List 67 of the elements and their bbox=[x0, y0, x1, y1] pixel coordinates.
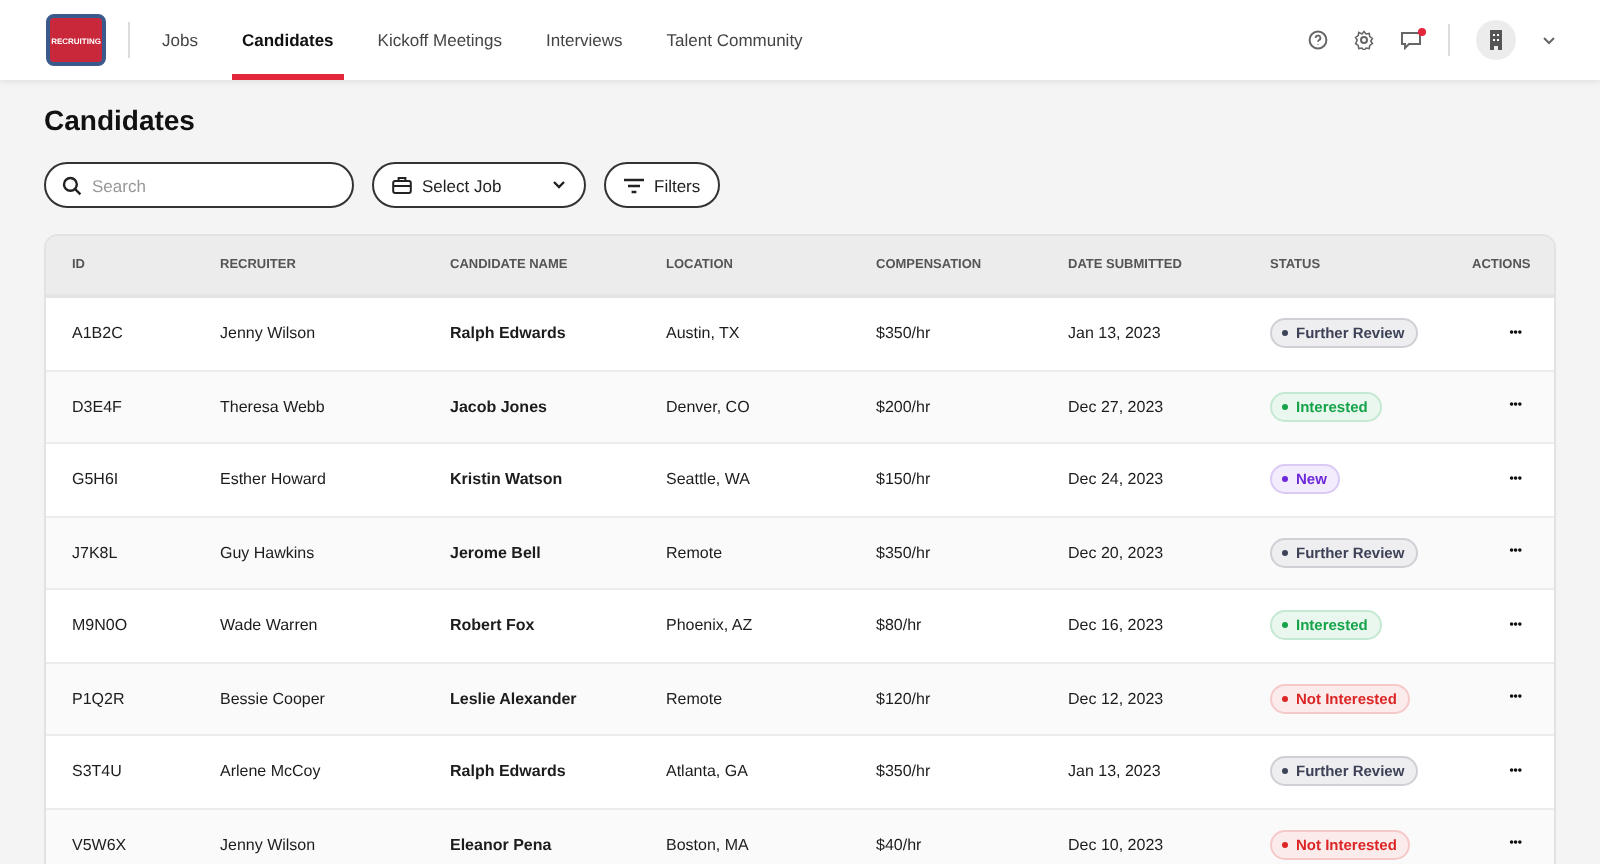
candidate-name[interactable]: Ralph Edwards bbox=[450, 762, 666, 781]
page-title: Candidates bbox=[44, 104, 197, 136]
table-cell-text: Remote bbox=[666, 543, 725, 562]
table-cell-text: Boston, MA bbox=[666, 835, 751, 854]
table-cell-text: $40/hr bbox=[876, 835, 924, 854]
table-cell-text: Guy Hawkins bbox=[220, 543, 317, 562]
table-cell-text: Atlanta, GA bbox=[666, 762, 750, 781]
table-cell-text: Bessie Cooper bbox=[220, 689, 327, 708]
search-field[interactable]: Search bbox=[44, 162, 354, 208]
table-cell-text: V5W6X bbox=[72, 835, 129, 854]
table-cell-text: $200/hr bbox=[876, 397, 933, 416]
select-job-dropdown[interactable]: Select Job bbox=[372, 162, 586, 208]
table-cell-text: $80/hr bbox=[876, 616, 924, 635]
settings-icon[interactable] bbox=[1354, 30, 1374, 50]
table-cell-text: $350/hr bbox=[876, 543, 933, 562]
candidate-name[interactable]: Robert Fox bbox=[450, 616, 666, 635]
nav-tab[interactable]: Interviews bbox=[536, 0, 633, 80]
table-cell-text: A1B2C bbox=[72, 324, 125, 343]
table-cell-text: Remote bbox=[666, 689, 725, 708]
nav-tab[interactable]: Talent Community bbox=[656, 0, 813, 80]
table-cell-text: Dec 12, 2023 bbox=[1068, 689, 1166, 708]
table-cell-text: G5H6I bbox=[72, 470, 121, 489]
table-cell-text: D3E4F bbox=[72, 397, 124, 416]
table-cell-text: Denver, CO bbox=[666, 397, 752, 416]
table-cell-text: Austin, TX bbox=[666, 324, 742, 343]
table-cell-text: M9N0O bbox=[72, 616, 130, 635]
table-cell-text: Jenny Wilson bbox=[220, 835, 318, 854]
table-cell-text: S3T4U bbox=[72, 762, 124, 781]
message-icon[interactable] bbox=[1400, 30, 1422, 50]
filters-button[interactable]: Filters bbox=[604, 162, 721, 208]
table-cell-text: Dec 10, 2023 bbox=[1068, 835, 1166, 854]
nav-tab[interactable]: Kickoff Meetings bbox=[367, 0, 513, 80]
table-cell-text: Arlene McCoy bbox=[220, 762, 323, 781]
help-icon[interactable] bbox=[1308, 30, 1328, 50]
table-cell-text: Esther Howard bbox=[220, 470, 328, 489]
table-cell-text: Jenny Wilson bbox=[220, 324, 318, 343]
chevron-down-icon[interactable] bbox=[1542, 35, 1556, 45]
table-cell-text: P1Q2R bbox=[72, 689, 127, 708]
table-cell-text: $120/hr bbox=[876, 689, 933, 708]
table-cell-text: Phoenix, AZ bbox=[666, 616, 755, 635]
table-cell-text: Dec 27, 2023 bbox=[1068, 397, 1166, 416]
candidate-name[interactable]: Ralph Edwards bbox=[450, 324, 666, 343]
nav-tab[interactable]: Candidates bbox=[231, 0, 344, 80]
table-cell-text: $150/hr bbox=[876, 470, 933, 489]
table-cell-text: Jan 13, 2023 bbox=[1068, 762, 1163, 781]
candidate-name[interactable]: Eleanor Pena bbox=[450, 835, 666, 854]
search-icon bbox=[62, 175, 82, 195]
table-cell-text: $350/hr bbox=[876, 324, 933, 343]
candidate-name[interactable]: Jerome Bell bbox=[450, 543, 666, 562]
avatar[interactable] bbox=[1476, 20, 1516, 60]
table-cell-text: Dec 20, 2023 bbox=[1068, 543, 1166, 562]
candidate-name[interactable]: Leslie Alexander bbox=[450, 689, 666, 708]
filter-icon bbox=[624, 177, 644, 193]
table-cell-text: Dec 24, 2023 bbox=[1068, 470, 1166, 489]
table-cell-text: Jan 13, 2023 bbox=[1068, 324, 1163, 343]
briefcase-icon bbox=[392, 176, 412, 194]
table-cell-text: J7K8L bbox=[72, 543, 120, 562]
table-cell-text: Dec 16, 2023 bbox=[1068, 616, 1166, 635]
table-cell-text: Theresa Webb bbox=[220, 397, 327, 416]
table-cell-text: Wade Warren bbox=[220, 616, 320, 635]
candidate-name[interactable]: Jacob Jones bbox=[450, 397, 666, 416]
candidate-name[interactable]: Kristin Watson bbox=[450, 470, 666, 489]
nav-tab[interactable]: Jobs bbox=[152, 0, 208, 80]
table-cell-text: Seattle, WA bbox=[666, 470, 752, 489]
building-icon bbox=[1488, 30, 1504, 50]
table-cell-text: $350/hr bbox=[876, 762, 933, 781]
chevron-down-icon bbox=[552, 180, 566, 190]
